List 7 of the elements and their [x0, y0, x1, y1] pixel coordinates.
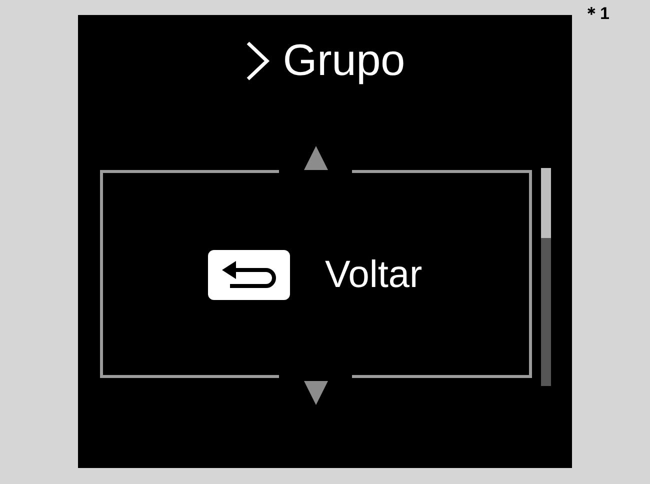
chevron-icon [244, 41, 271, 81]
up-arrow-icon [304, 146, 328, 170]
screen-title: Grupo [282, 39, 406, 83]
scrollbar-thumb [541, 168, 551, 238]
menu-item-label[interactable]: Voltar [325, 256, 422, 294]
footnote-mark: ＊1 [583, 3, 610, 25]
down-arrow-icon [304, 381, 328, 405]
